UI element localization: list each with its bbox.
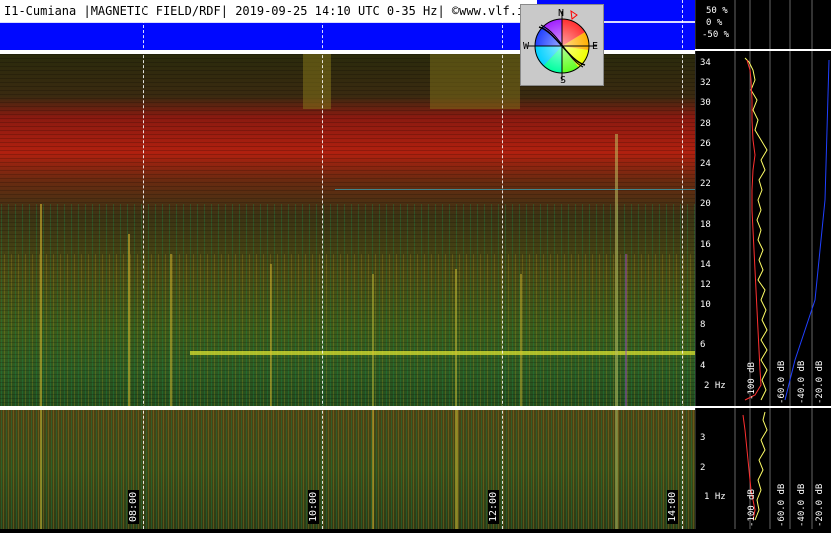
freq-tick-low: 3	[700, 433, 706, 443]
time-gridline	[502, 0, 503, 529]
db-label-low: -100 dB	[747, 489, 757, 527]
freq-tick: 16	[700, 240, 711, 250]
chart-title: I1-Cumiana |MAGNETIC FIELD/RDF| 2019-09-…	[0, 0, 538, 22]
time-label: 08:00	[128, 489, 139, 524]
direction-compass: N S E W	[520, 4, 604, 86]
db-label: -20.0 dB	[815, 360, 825, 404]
freq-tick: 30	[700, 98, 711, 108]
spectrogram-low-freq	[0, 410, 695, 529]
freq-tick: 8	[700, 320, 706, 330]
time-label: 10:00	[308, 489, 319, 524]
time-gridline	[682, 0, 683, 529]
compass-label-w: W	[523, 41, 530, 52]
spectrogram-main-image	[0, 54, 695, 406]
frequency-axis-panel	[694, 0, 831, 529]
pct-label: -50 %	[702, 30, 730, 40]
compass-label-n: N	[558, 8, 564, 19]
freq-tick: 28	[700, 119, 711, 129]
time-label: 12:00	[488, 489, 499, 524]
compass-rose-icon: N S E W	[523, 8, 598, 86]
spectrogram-main	[0, 54, 695, 406]
freq-tick: 24	[700, 159, 711, 169]
freq-tick: 26	[700, 139, 711, 149]
freq-tick-low: 2	[700, 463, 706, 473]
pct-label: 50 %	[706, 6, 728, 16]
freq-tick: 22	[700, 179, 711, 189]
spectrogram-viewer: I1-Cumiana |MAGNETIC FIELD/RDF| 2019-09-…	[0, 0, 831, 529]
spectrum-trace-blue	[784, 59, 830, 401]
pct-label: 0 %	[706, 18, 723, 28]
freq-tick: 6	[700, 340, 706, 350]
freq-tick: 12	[700, 280, 711, 290]
compass-label-e: E	[592, 41, 598, 52]
compass-label-s: S	[560, 75, 566, 85]
freq-tick: 32	[700, 78, 711, 88]
db-label: -60.0 dB	[777, 360, 787, 404]
db-label-low: -20.0 dB	[815, 483, 825, 527]
time-gridline	[143, 0, 144, 529]
freq-tick: 18	[700, 220, 711, 230]
db-label-low: -60.0 dB	[777, 483, 787, 527]
freq-tick: 4	[700, 361, 706, 371]
freq-tick: 10	[700, 300, 711, 310]
db-label-low: -40.0 dB	[797, 483, 807, 527]
freq-tick: 2 Hz	[704, 381, 726, 391]
freq-tick-low: 1 Hz	[704, 492, 726, 502]
time-gridline	[322, 0, 323, 529]
freq-tick: 14	[700, 260, 711, 270]
spectrogram-low-freq-image	[0, 410, 695, 529]
db-label: -100 dB	[747, 362, 757, 400]
spectrum-profile	[694, 0, 831, 529]
freq-tick: 34	[700, 58, 711, 68]
time-label: 14:00	[667, 489, 678, 524]
freq-tick: 20	[700, 199, 711, 209]
spectrum-trace-yellow	[744, 57, 768, 401]
db-label: -40.0 dB	[797, 360, 807, 404]
